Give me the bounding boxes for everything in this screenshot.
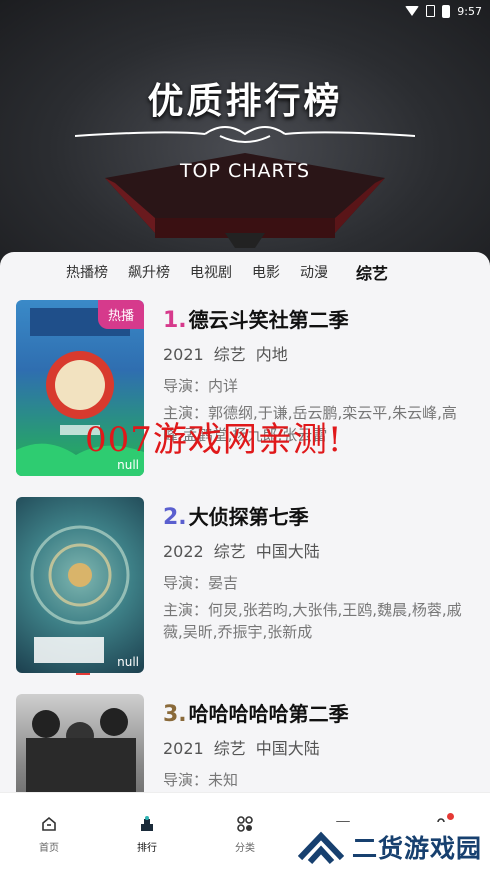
nav-ranking[interactable]: 排行 — [117, 815, 177, 872]
ornament-divider — [75, 126, 415, 143]
tab-hot[interactable]: 热播榜 — [66, 262, 108, 282]
item-meta: 2021 综艺 中国大陆 — [163, 735, 473, 759]
status-bar: 9:57 — [0, 0, 490, 22]
logo-chevron-icon — [298, 831, 344, 865]
nav-category-label: 分类 — [235, 843, 255, 854]
nav-category[interactable]: 分类 — [215, 815, 275, 872]
category-icon — [237, 816, 253, 832]
item-genre: 综艺 — [213, 345, 246, 364]
status-time: 9:57 — [457, 4, 482, 18]
item-meta: 2021 综艺 内地 — [163, 341, 473, 365]
logo-text: 二货游戏园 — [352, 834, 483, 863]
item-region: 内地 — [255, 345, 288, 364]
nav-home-label: 首页 — [39, 843, 59, 854]
poster-art — [26, 708, 136, 792]
item-genre: 综艺 — [213, 739, 246, 758]
poster-art — [30, 525, 130, 663]
item-region: 中国大陆 — [255, 542, 320, 561]
hero-title: 优质排行榜 — [147, 81, 343, 122]
item-director: 导演：晏吉 — [163, 574, 239, 592]
item-title[interactable]: 2. 大侦探第七季 — [163, 501, 473, 530]
list-item[interactable]: null 2. 大侦探第七季 2022 综艺 中国大陆 导演：晏吉 主演：何炅,张若昀… — [16, 497, 476, 675]
item-director: 导演：未知 — [163, 771, 239, 789]
hot-badge: 热播 — [97, 300, 144, 329]
nav-ranking-label: 排行 — [137, 843, 157, 854]
item-meta: 2022 综艺 中国大陆 — [163, 538, 473, 562]
item-genre: 综艺 — [213, 542, 246, 561]
tab-variety[interactable]: 综艺 — [356, 260, 388, 284]
tab-movie[interactable]: 电影 — [252, 262, 280, 282]
rank-number: 1. — [163, 308, 187, 333]
poster-image[interactable] — [16, 694, 144, 792]
tab-rising[interactable]: 飙升榜 — [128, 262, 170, 282]
home-icon — [42, 816, 56, 831]
wifi-icon — [405, 6, 420, 16]
item-info: 3. 哈哈哈哈哈第二季 2021 综艺 中国大陆 导演：未知 — [163, 698, 473, 790]
site-logo-watermark: 二货游戏园 — [290, 822, 490, 872]
ranking-card: 热播榜 飙升榜 电视剧 电影 动漫 综艺 热播 null 1. 德云斗笑社第二季 … — [0, 252, 490, 792]
progress-indicator — [76, 673, 90, 675]
ranking-icon — [141, 816, 153, 831]
tab-tv[interactable]: 电视剧 — [190, 262, 232, 282]
tab-anime[interactable]: 动漫 — [300, 262, 328, 282]
item-title[interactable]: 1. 德云斗笑社第二季 — [163, 304, 473, 333]
nav-home[interactable]: 首页 — [19, 815, 79, 872]
item-title-text: 德云斗笑社第二季 — [188, 308, 349, 332]
item-year: 2021 — [163, 345, 204, 364]
hero-header: 9:57 优质排行榜 TOP CHARTS — [0, 0, 490, 270]
item-title-text: 大侦探第七季 — [188, 505, 309, 529]
rank-number: 2. — [163, 505, 187, 530]
item-year: 2021 — [163, 739, 204, 758]
poster-null-tag: null — [117, 655, 139, 669]
item-year: 2022 — [163, 542, 204, 561]
battery-icon — [442, 4, 451, 18]
sim-icon — [426, 5, 436, 17]
podium-graphic — [105, 153, 385, 248]
category-tabs: 热播榜 飙升榜 电视剧 电影 动漫 综艺 — [0, 252, 490, 292]
item-title-text: 哈哈哈哈哈第二季 — [188, 702, 349, 726]
item-title[interactable]: 3. 哈哈哈哈哈第二季 — [163, 698, 473, 727]
item-cast: 主演：何炅,张若昀,大张伟,王鸥,魏晨,杨蓉,戚薇,吴昕,乔振宇,张新成 — [163, 601, 462, 641]
list-item[interactable]: 3. 哈哈哈哈哈第二季 2021 综艺 中国大陆 导演：未知 — [16, 694, 476, 792]
notification-dot — [447, 813, 454, 820]
poster-image[interactable]: null — [16, 497, 144, 673]
item-region: 中国大陆 — [255, 739, 320, 758]
item-info: 2. 大侦探第七季 2022 综艺 中国大陆 导演：晏吉 主演：何炅,张若昀,大张伟,… — [163, 501, 473, 643]
hero-subtitle: TOP CHARTS — [179, 160, 311, 182]
rank-number: 3. — [163, 702, 187, 727]
watermark-text: 007游戏网亲测! — [85, 420, 343, 460]
item-director: 导演：内详 — [163, 377, 239, 395]
